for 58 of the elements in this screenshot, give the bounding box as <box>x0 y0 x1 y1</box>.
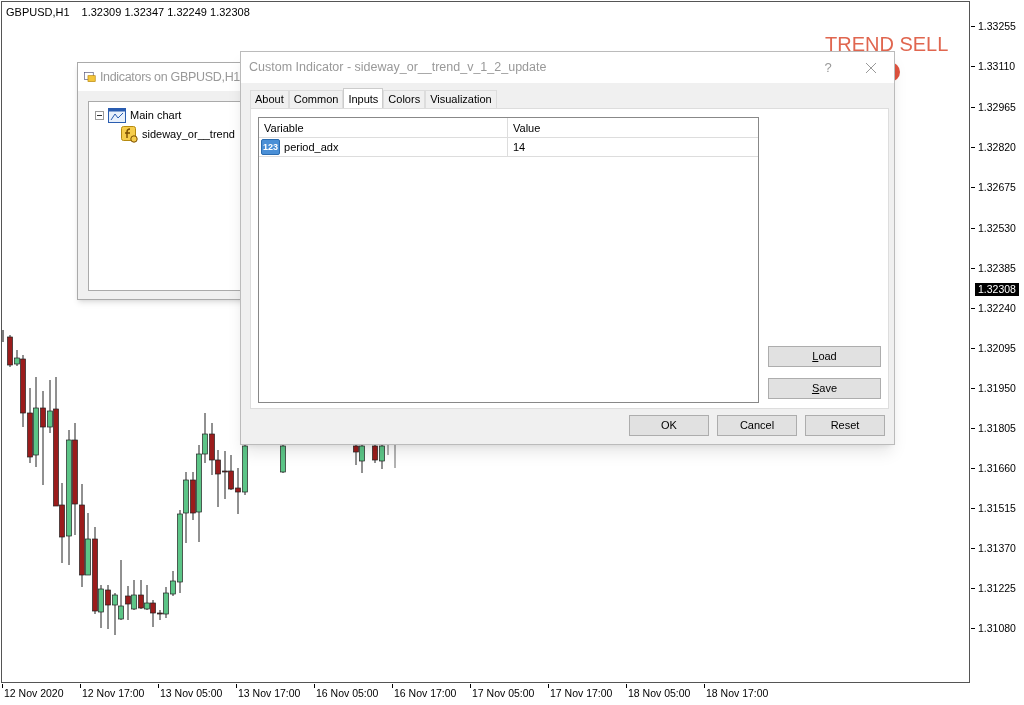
price-label: 1.31370 <box>978 543 1016 554</box>
tree-item[interactable]: Main chart <box>130 106 182 124</box>
price-label: 1.31225 <box>978 583 1016 594</box>
dialog-button[interactable]: OK <box>629 415 709 436</box>
price-label: 1.32385 <box>978 262 1016 274</box>
price-label: 1.33255 <box>978 21 1016 32</box>
time-label: 18 Nov 05:00 <box>628 688 691 699</box>
side-button[interactable]: Load <box>768 346 881 367</box>
price-label: 1.31660 <box>978 463 1016 474</box>
price-label: 1.32530 <box>978 222 1016 233</box>
candle <box>280 443 286 474</box>
price-label: 1.31950 <box>978 383 1016 394</box>
dialog-title: Custom Indicator - sideway_or__trend_v_1_2_update <box>249 59 548 77</box>
window-title: Indicators on GBPUSD,H1 <box>99 68 240 86</box>
signal-label: TREND SELL <box>825 34 949 54</box>
time-label: 18 Nov 17:00 <box>706 688 769 699</box>
tab[interactable]: Visualization <box>425 90 497 108</box>
time-label: 17 Nov 17:00 <box>550 688 613 699</box>
time-label: 12 Nov 17:00 <box>82 688 145 699</box>
price-label: 1.31515 <box>978 503 1016 514</box>
price-label: 1.33110 <box>978 61 1016 72</box>
indicator-function-icon <box>121 125 138 143</box>
current-price-label: 1.32308 <box>975 283 1019 296</box>
chart-window-icon <box>108 107 126 123</box>
candle-wick <box>394 444 396 469</box>
tab[interactable]: Common <box>288 90 344 108</box>
price-label: 1.31805 <box>978 423 1016 434</box>
tab[interactable]: Colors <box>383 90 426 108</box>
value-cell[interactable]: 14 <box>508 138 758 156</box>
column-header: Value <box>512 121 542 136</box>
price-label: 1.32820 <box>978 141 1016 153</box>
dialog-button[interactable]: Reset <box>805 415 885 436</box>
close-icon <box>865 61 877 74</box>
variable-name: period_adx <box>284 139 339 155</box>
price-label: 1.31080 <box>978 623 1016 634</box>
dialog-button[interactable]: Cancel <box>717 415 797 436</box>
time-label: 13 Nov 05:00 <box>160 688 223 699</box>
tab[interactable]: Inputs <box>343 88 384 109</box>
column-header: Variable <box>259 118 508 137</box>
time-label: 16 Nov 05:00 <box>316 688 379 699</box>
price-label: 1.32095 <box>978 343 1016 354</box>
candle-wick <box>387 444 389 456</box>
ohlc-values: 1.32309 1.32347 1.32249 1.32308 <box>81 5 250 20</box>
tree-item[interactable]: sideway_or__trend <box>142 125 235 143</box>
crosshair-mark <box>2 329 4 343</box>
time-label: 12 Nov 2020 <box>4 688 64 699</box>
chart-symbol: GBPUSD,H1 <box>6 5 70 20</box>
time-label: 17 Nov 05:00 <box>472 688 535 699</box>
tab[interactable]: About <box>250 90 289 108</box>
number-type-icon: 123 <box>261 139 281 155</box>
side-button[interactable]: Save <box>768 378 881 399</box>
price-label: 1.32965 <box>978 101 1016 113</box>
time-label: 16 Nov 17:00 <box>394 688 457 699</box>
window-app-icon <box>84 69 96 85</box>
collapse-toggle-icon[interactable] <box>95 110 104 120</box>
price-label: 1.32675 <box>978 182 1016 193</box>
price-label: 1.32240 <box>978 303 1016 314</box>
time-label: 13 Nov 17:00 <box>238 688 301 699</box>
